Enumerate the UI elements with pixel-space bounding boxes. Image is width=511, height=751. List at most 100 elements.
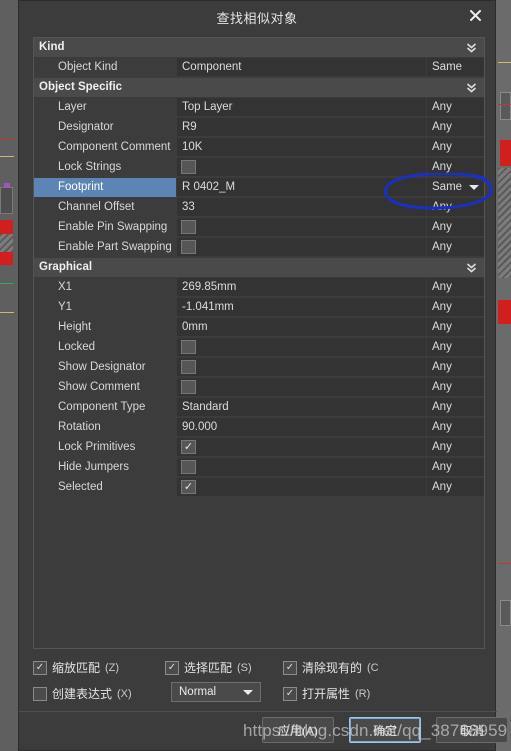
attribute-value-checkbox[interactable] xyxy=(181,240,196,254)
editor-left-pane xyxy=(0,0,18,751)
match-mode-cell[interactable]: Any xyxy=(427,378,484,397)
attribute-value-checkbox[interactable] xyxy=(181,380,196,394)
dialog-title: 查找相似对象 xyxy=(216,11,298,26)
match-mode-cell[interactable]: Any xyxy=(427,298,484,317)
match-mode-cell[interactable]: Any xyxy=(427,198,484,217)
attribute-value[interactable]: -1.041mm xyxy=(177,298,426,317)
match-mode-cell[interactable]: Any xyxy=(427,438,484,457)
attribute-row[interactable]: Enable Pin Swapping Any xyxy=(34,218,484,238)
apply-button[interactable]: 应用(A) xyxy=(262,717,334,743)
attribute-row[interactable]: Channel Offset 33 Any xyxy=(34,198,484,218)
attribute-value-checkbox[interactable] xyxy=(181,440,196,454)
attribute-value[interactable] xyxy=(177,458,426,477)
attribute-row[interactable]: Lock Strings Any xyxy=(34,158,484,178)
attribute-row[interactable]: Height 0mm Any xyxy=(34,318,484,338)
match-mode-cell[interactable]: Any xyxy=(427,238,484,257)
attribute-value[interactable] xyxy=(177,478,426,497)
checkbox-accelerator: (R) xyxy=(355,687,371,700)
pcb-pad xyxy=(498,300,511,324)
attribute-value[interactable] xyxy=(177,238,426,257)
attributes-grid[interactable]: Kind Object Kind Component Same Object Speci… xyxy=(33,37,485,649)
attribute-value[interactable]: R9 xyxy=(177,118,426,137)
match-mode-cell[interactable]: Any xyxy=(427,278,484,297)
match-mode-cell[interactable]: Any xyxy=(427,218,484,237)
checkbox-zoom-match[interactable]: 缩放匹配 (Z) xyxy=(33,659,119,676)
attribute-row[interactable]: Y1 -1.041mm Any xyxy=(34,298,484,318)
attribute-value-checkbox[interactable] xyxy=(181,340,196,354)
checkbox-label: 创建表达式 xyxy=(52,687,113,701)
match-mode-cell[interactable]: Any xyxy=(427,398,484,417)
attribute-value[interactable]: 90.000 xyxy=(177,418,426,437)
cancel-button[interactable]: 取消 xyxy=(436,717,508,743)
attribute-row[interactable]: Lock Primitives Any xyxy=(34,438,484,458)
checkbox-clear-existing[interactable]: 清除现有的 (C xyxy=(283,659,379,676)
attribute-value[interactable] xyxy=(177,218,426,237)
attribute-row[interactable]: Designator R9 Any xyxy=(34,118,484,138)
attribute-row[interactable]: Show Designator Any xyxy=(34,358,484,378)
attribute-value-checkbox[interactable] xyxy=(181,480,196,494)
attribute-row[interactable]: Selected Any xyxy=(34,478,484,498)
attribute-value[interactable] xyxy=(177,378,426,397)
match-mode-cell[interactable]: Same xyxy=(427,178,484,197)
attribute-value[interactable] xyxy=(177,438,426,457)
attribute-row[interactable]: Component Type Standard Any xyxy=(34,398,484,418)
match-mode-cell[interactable]: Any xyxy=(427,158,484,177)
attribute-value[interactable] xyxy=(177,338,426,357)
attribute-row[interactable]: Hide Jumpers Any xyxy=(34,458,484,478)
attribute-value[interactable]: 269.85mm xyxy=(177,278,426,297)
match-mode-value: Same xyxy=(432,181,463,193)
match-mode-cell[interactable]: Any xyxy=(427,118,484,137)
chevron-double-down-icon[interactable] xyxy=(465,81,477,95)
attribute-row[interactable]: X1 269.85mm Any xyxy=(34,278,484,298)
checkbox-select-match[interactable]: 选择匹配 (S) xyxy=(165,659,252,676)
attribute-value[interactable]: 33 xyxy=(177,198,426,217)
group-header-row[interactable]: Object Specific xyxy=(34,78,484,98)
attribute-row[interactable]: Locked Any xyxy=(34,338,484,358)
match-mode-value: Any xyxy=(432,341,452,353)
chevron-down-icon[interactable] xyxy=(469,185,479,190)
group-header-row[interactable]: Graphical xyxy=(34,258,484,278)
group-header-label: Object Specific xyxy=(39,81,123,93)
match-mode-cell[interactable]: Any xyxy=(427,138,484,157)
group-header-row[interactable]: Kind xyxy=(34,38,484,58)
match-mode-cell[interactable]: Any xyxy=(427,358,484,377)
attribute-row[interactable]: Object Kind Component Same xyxy=(34,58,484,78)
match-mode-cell[interactable]: Any xyxy=(427,98,484,117)
checkbox-open-properties[interactable]: 打开属性 (R) xyxy=(283,685,370,702)
attribute-value[interactable]: Standard xyxy=(177,398,426,417)
attribute-name: Designator xyxy=(58,121,114,133)
attribute-row[interactable]: Enable Part Swapping Any xyxy=(34,238,484,258)
attribute-value-checkbox[interactable] xyxy=(181,220,196,234)
attribute-value[interactable]: 0mm xyxy=(177,318,426,337)
attribute-value[interactable] xyxy=(177,358,426,377)
attribute-value[interactable]: Top Layer xyxy=(177,98,426,117)
checkbox-create-expression[interactable]: 创建表达式 (X) xyxy=(33,685,132,702)
attribute-value[interactable]: 10K xyxy=(177,138,426,157)
chevron-double-down-icon[interactable] xyxy=(465,41,477,55)
attribute-row[interactable]: Rotation 90.000 Any xyxy=(34,418,484,438)
chevron-double-down-icon[interactable] xyxy=(465,261,477,275)
close-icon[interactable] xyxy=(465,5,485,25)
attribute-row[interactable]: Footprint R 0402_M Same xyxy=(34,178,484,198)
ok-button[interactable]: 确定 xyxy=(349,717,421,743)
attribute-row[interactable]: Component Comment 10K Any xyxy=(34,138,484,158)
match-mode-cell[interactable]: Any xyxy=(427,318,484,337)
checkbox-accelerator: (X) xyxy=(117,687,132,700)
attribute-value[interactable] xyxy=(177,158,426,177)
attribute-value-checkbox[interactable] xyxy=(181,360,196,374)
match-mode-cell[interactable]: Any xyxy=(427,458,484,477)
attribute-row[interactable]: Layer Top Layer Any xyxy=(34,98,484,118)
pcb-pad xyxy=(0,252,13,265)
match-mode-cell[interactable]: Same xyxy=(427,58,484,77)
run-mode-dropdown[interactable]: Normal xyxy=(171,682,261,702)
match-mode-cell[interactable]: Any xyxy=(427,478,484,497)
match-mode-cell[interactable]: Any xyxy=(427,338,484,357)
checkbox-box xyxy=(283,686,297,701)
attribute-row[interactable]: Show Comment Any xyxy=(34,378,484,398)
match-mode-cell[interactable]: Any xyxy=(427,418,484,437)
attribute-value[interactable]: R 0402_M xyxy=(177,178,426,197)
attribute-name: Layer xyxy=(58,101,87,113)
attribute-value-checkbox[interactable] xyxy=(181,160,196,174)
attribute-value-checkbox[interactable] xyxy=(181,460,196,474)
attribute-value[interactable]: Component xyxy=(177,58,426,77)
